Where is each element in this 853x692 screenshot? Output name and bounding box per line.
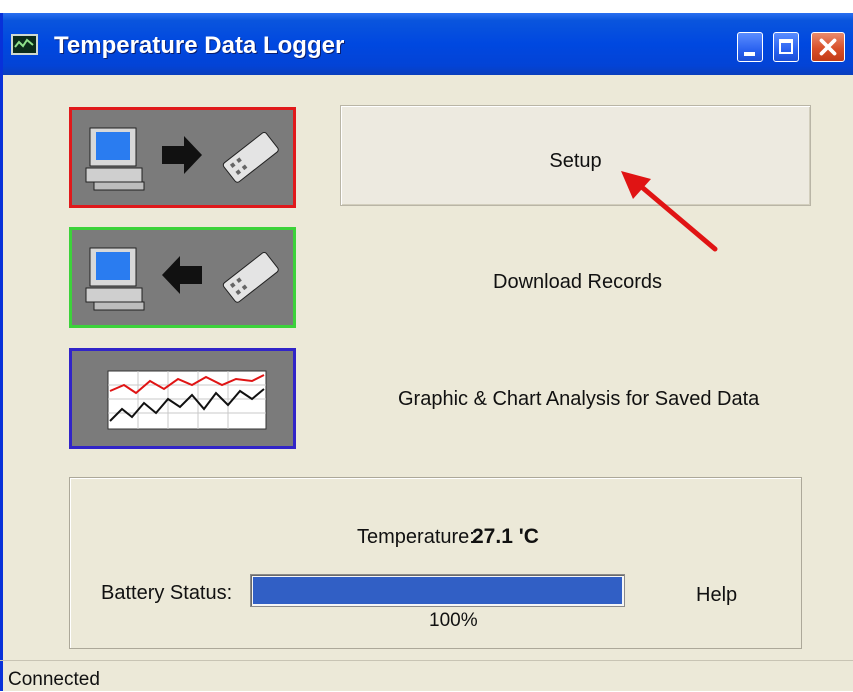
- help-button[interactable]: Help: [696, 584, 737, 607]
- chart-analysis-button[interactable]: Graphic & Chart Analysis for Saved Data: [398, 388, 759, 411]
- chart-analysis-icon-button[interactable]: [69, 348, 296, 449]
- download-records-button[interactable]: Download Records: [493, 271, 662, 294]
- battery-progress-bar: [250, 574, 625, 607]
- setup-icon-button[interactable]: [69, 107, 296, 208]
- minimize-icon[interactable]: [737, 32, 763, 62]
- logger-to-pc-icon: [85, 247, 279, 311]
- temperature-label: Temperature:: [357, 526, 475, 548]
- status-bar: Connected: [0, 660, 853, 692]
- title-bar[interactable]: Temperature Data Logger: [3, 13, 853, 75]
- maximize-icon[interactable]: [773, 32, 799, 62]
- annotation-arrow-icon: [621, 171, 718, 252]
- setup-button[interactable]: Setup: [340, 105, 811, 206]
- close-icon[interactable]: [811, 32, 845, 62]
- download-icon-button[interactable]: [69, 227, 296, 328]
- setup-button-label: Setup: [549, 150, 602, 172]
- battery-status-label: Battery Status:: [101, 582, 233, 604]
- window-title: Temperature Data Logger: [54, 32, 345, 59]
- temperature-value: 27.1 'C: [472, 525, 539, 548]
- battery-percent: 100%: [429, 610, 478, 631]
- chart-analysis-icon: [107, 370, 267, 430]
- app-window: Temperature Data Logger Setup Download R…: [0, 13, 853, 691]
- chart-app-icon: [11, 34, 38, 55]
- battery-progress-fill: [253, 577, 622, 604]
- status-panel: Temperature: 27.1 'C Battery Status: 100…: [69, 477, 802, 649]
- connection-status: Connected: [8, 669, 100, 690]
- pc-to-logger-icon: [85, 127, 279, 191]
